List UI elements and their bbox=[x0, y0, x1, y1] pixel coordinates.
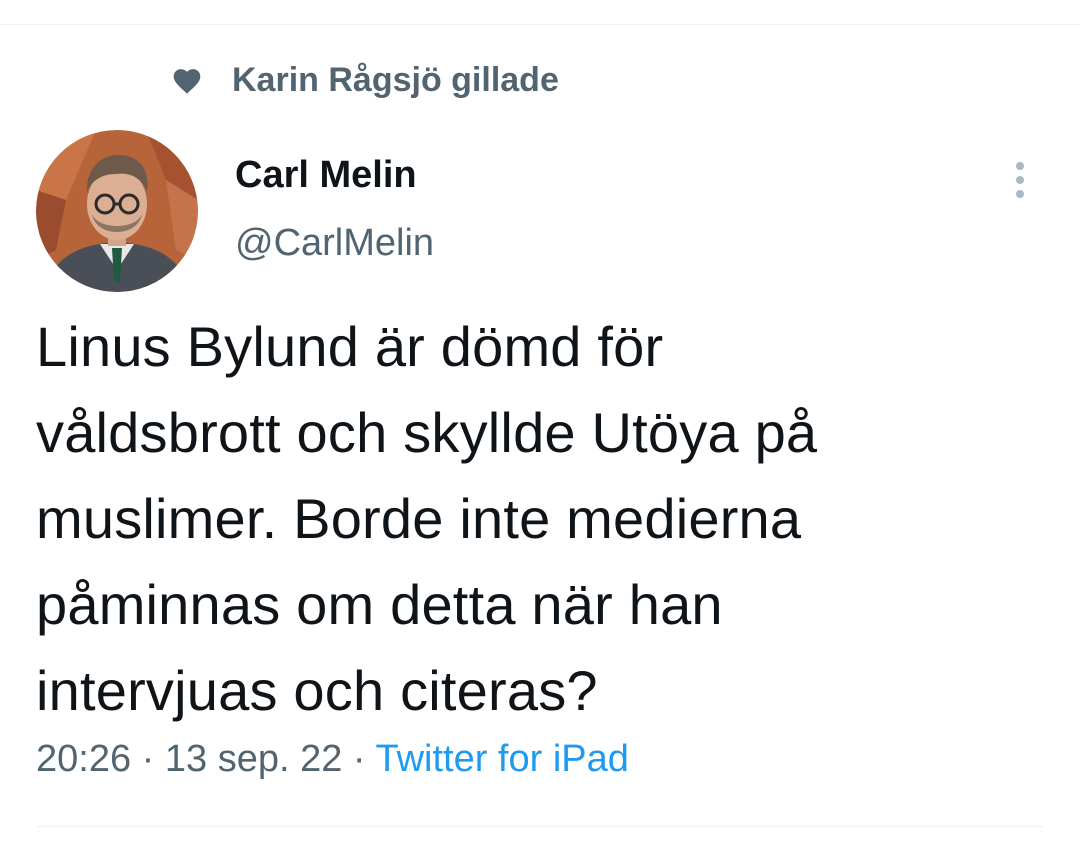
avatar[interactable] bbox=[36, 130, 198, 292]
tweet-line: våldsbrott och skyllde Utöya på bbox=[36, 401, 818, 464]
tweet-line: muslimer. Borde inte medierna bbox=[36, 487, 802, 550]
tweet-line: Linus Bylund är dömd för bbox=[36, 315, 664, 378]
meta-separator: · bbox=[352, 738, 366, 780]
social-context[interactable]: Karin Rågsjö gillade bbox=[170, 56, 559, 104]
author-handle[interactable]: @CarlMelin bbox=[235, 222, 434, 265]
heart-icon bbox=[170, 63, 204, 97]
social-context-text: Karin Rågsjö gillade bbox=[232, 60, 559, 99]
tweet-meta: 20:26 · 13 sep. 22 · Twitter for iPad bbox=[36, 738, 629, 781]
author-name[interactable]: Carl Melin bbox=[235, 154, 417, 197]
top-divider bbox=[0, 24, 1080, 25]
bottom-divider bbox=[36, 826, 1044, 827]
tweet-line: påminnas om detta när han bbox=[36, 573, 723, 636]
tweet-source-link[interactable]: Twitter for iPad bbox=[375, 738, 628, 780]
tweet-time[interactable]: 20:26 bbox=[36, 738, 131, 780]
more-options-icon[interactable] bbox=[1002, 156, 1038, 204]
tweet-line: intervjuas och citeras? bbox=[36, 659, 598, 722]
tweet-date[interactable]: 13 sep. 22 bbox=[165, 738, 342, 780]
tweet-text: Linus Bylund är dömd för våldsbrott och … bbox=[36, 304, 1036, 734]
meta-separator: · bbox=[141, 738, 155, 780]
